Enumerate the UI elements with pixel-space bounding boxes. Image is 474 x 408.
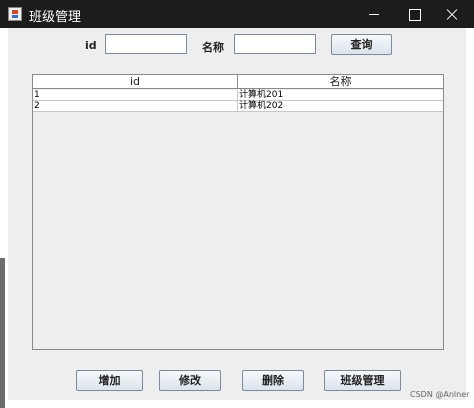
table-header: id 名称: [33, 75, 443, 89]
add-button[interactable]: 增加: [76, 370, 143, 391]
edit-button[interactable]: 修改: [159, 370, 221, 391]
id-label: id: [85, 39, 97, 52]
cell-name[interactable]: 计算机201: [238, 90, 443, 101]
name-label: 名称: [202, 41, 224, 54]
id-input[interactable]: [105, 34, 187, 54]
column-header-id[interactable]: id: [33, 75, 238, 89]
background-window-edge: [0, 258, 5, 408]
column-header-name[interactable]: 名称: [238, 75, 443, 89]
query-button[interactable]: 查询: [331, 34, 392, 55]
minimize-icon[interactable]: [358, 0, 390, 28]
table-row[interactable]: 1 计算机201: [33, 90, 443, 101]
watermark: CSDN @Anlner: [410, 390, 470, 399]
cell-name[interactable]: 计算机202: [238, 101, 443, 112]
class-manage-button[interactable]: 班级管理: [324, 370, 401, 391]
maximize-icon[interactable]: [398, 0, 430, 28]
cell-id[interactable]: 2: [33, 101, 238, 112]
table-row[interactable]: 2 计算机202: [33, 101, 443, 112]
name-input[interactable]: [234, 34, 316, 54]
cell-id[interactable]: 1: [33, 90, 238, 101]
title-bar: 班级管理: [0, 0, 474, 28]
class-table[interactable]: id 名称 1 计算机201 2 计算机202: [32, 74, 444, 350]
delete-button[interactable]: 删除: [242, 370, 304, 391]
java-app-icon: [8, 7, 22, 21]
close-icon[interactable]: [436, 0, 468, 28]
window-title: 班级管理: [29, 10, 82, 25]
